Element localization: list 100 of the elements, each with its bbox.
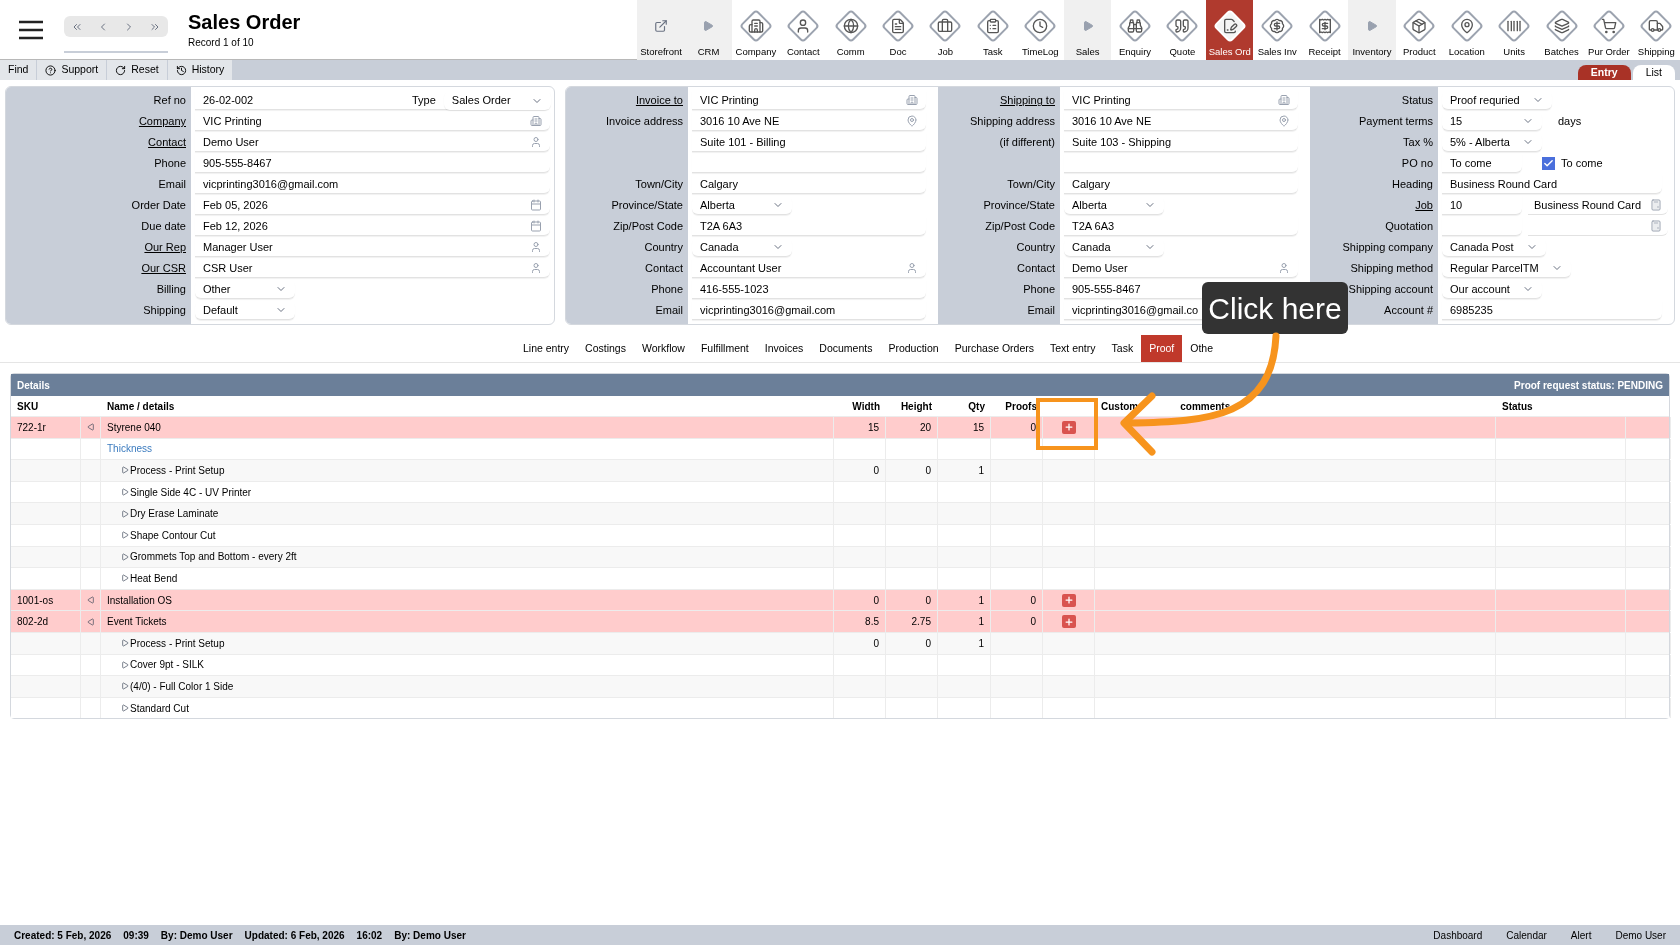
calendar-icon[interactable] (530, 220, 542, 232)
input-field[interactable]: Calgary (692, 175, 926, 194)
expand-icon[interactable] (121, 531, 129, 540)
dropdown[interactable]: Sales Order (443, 91, 551, 110)
view-tab[interactable]: List (1632, 65, 1675, 80)
person-icon[interactable] (1278, 262, 1290, 274)
field-label-link[interactable]: Our CSR (141, 260, 186, 277)
input-field[interactable]: Calgary (1064, 175, 1298, 194)
input-field[interactable]: T2A 6A3 (1064, 217, 1298, 236)
building-icon[interactable] (530, 115, 542, 127)
tab[interactable]: Line entry (514, 335, 578, 362)
input-field[interactable]: Business Round Card (1528, 196, 1668, 215)
dropdown[interactable]: Our account (1442, 280, 1542, 299)
input-field[interactable]: Suite 103 - Shipping (1064, 133, 1298, 152)
input-field[interactable]: Manager User (195, 238, 550, 257)
dropdown[interactable]: Canada Post (1442, 238, 1546, 257)
expand-icon[interactable] (121, 682, 129, 691)
expand-icon[interactable] (121, 552, 129, 561)
dropdown[interactable]: 5% - Alberta (1442, 133, 1542, 152)
input-field[interactable]: Feb 12, 2026 (195, 217, 550, 236)
dropdown[interactable]: Canada (1064, 238, 1164, 257)
tab[interactable]: Text entry (1042, 335, 1104, 362)
menu-button[interactable]: Reset (107, 60, 167, 80)
tab[interactable]: Workflow (633, 335, 693, 362)
input-field[interactable]: Demo User (1064, 259, 1298, 278)
building-icon[interactable] (1278, 94, 1290, 106)
dropdown[interactable]: Alberta (1064, 196, 1164, 215)
person-icon[interactable] (530, 262, 542, 274)
menu-button[interactable]: History (167, 60, 233, 80)
tab[interactable]: Production (880, 335, 947, 362)
input-field[interactable]: Demo User (195, 133, 550, 152)
field-label-link[interactable]: Shipping to (999, 92, 1055, 109)
input-field[interactable]: 10 (1442, 196, 1522, 215)
collapse-icon[interactable] (86, 423, 95, 432)
building-icon[interactable] (906, 94, 918, 106)
dropdown[interactable]: Other (195, 280, 295, 299)
input-field[interactable]: vicprinting3016@gmail.com (692, 301, 926, 320)
tab[interactable]: Othe (1182, 335, 1221, 362)
add-proof-button[interactable] (1061, 420, 1076, 434)
map-pin-icon[interactable] (1278, 115, 1290, 127)
expand-icon[interactable] (121, 488, 129, 497)
menu-icon[interactable] (18, 19, 44, 40)
menu-button[interactable]: Find (0, 60, 37, 80)
collapse-icon[interactable] (86, 617, 95, 626)
input-field[interactable]: Feb 05, 2026 (195, 196, 550, 215)
tab[interactable]: Proof (1141, 335, 1183, 362)
add-proof-button[interactable] (1061, 615, 1076, 629)
input-field[interactable]: Accountant User (692, 259, 926, 278)
dropdown[interactable]: Alberta (692, 196, 792, 215)
collapse-icon[interactable] (86, 596, 95, 605)
toolbar-tile[interactable]: Sales Ord (1206, 0, 1254, 60)
add-proof-button[interactable] (1061, 593, 1076, 607)
footer-link[interactable]: Alert (1570, 927, 1592, 943)
dropdown[interactable]: Regular ParcelTM (1442, 259, 1571, 278)
input-field[interactable]: 3016 10 Ave NE (1064, 112, 1298, 131)
input-field[interactable]: Suite 101 - Billing (692, 133, 926, 152)
expand-icon[interactable] (121, 639, 129, 648)
tab[interactable]: Purchase Orders (946, 335, 1042, 362)
input-field[interactable]: To come (1442, 154, 1522, 173)
footer-link[interactable]: Calendar (1506, 927, 1547, 943)
person-icon[interactable] (530, 241, 542, 253)
toolbar-tile[interactable]: Sales (1063, 0, 1112, 60)
checkbox[interactable] (1542, 157, 1555, 170)
map-pin-icon[interactable] (906, 115, 918, 127)
input-field[interactable]: T2A 6A3 (692, 217, 926, 236)
dropdown[interactable]: 15 (1442, 112, 1542, 131)
expand-icon[interactable] (121, 704, 129, 712)
tab[interactable]: Costings (577, 335, 634, 362)
person-icon[interactable] (906, 262, 918, 274)
dropdown[interactable]: Canada (692, 238, 792, 257)
field-label-link[interactable]: Invoice to (635, 92, 683, 109)
tab[interactable]: Fulfillment (692, 335, 757, 362)
view-tab[interactable]: Entry (1577, 65, 1631, 80)
expand-icon[interactable] (121, 574, 129, 583)
calculator-icon[interactable] (1650, 199, 1662, 211)
expand-icon[interactable] (121, 660, 129, 669)
expand-icon[interactable] (121, 509, 129, 518)
person-icon[interactable] (530, 136, 542, 148)
dropdown[interactable]: Proof requried (1442, 91, 1552, 110)
input-field[interactable]: Business Round Card (1442, 175, 1662, 194)
input-field[interactable]: VIC Printing (1064, 91, 1298, 110)
field-label-link[interactable]: Our Rep (144, 239, 186, 256)
toolbar-tile[interactable]: Storefront (637, 0, 685, 60)
calendar-icon[interactable] (530, 199, 542, 211)
footer-link[interactable]: Demo User (1615, 927, 1666, 943)
expand-icon[interactable] (121, 466, 129, 475)
field-label-link[interactable]: Job (1415, 197, 1433, 214)
toolbar-tile[interactable]: Inventory (1348, 0, 1396, 60)
input-field[interactable]: 905-555-8467 (195, 154, 550, 173)
input-field[interactable]: VIC Printing (195, 112, 550, 131)
input-field[interactable]: 6985235 (1442, 301, 1662, 320)
tab[interactable]: Invoices (756, 335, 812, 362)
field-label-link[interactable]: Contact (148, 134, 186, 151)
dropdown[interactable]: Default (195, 301, 295, 320)
calculator-icon[interactable] (1650, 220, 1662, 232)
tab[interactable]: Documents (811, 335, 881, 362)
toolbar-tile[interactable]: CRM (684, 0, 733, 60)
input-field[interactable]: CSR User (195, 259, 550, 278)
input-field[interactable]: vicprinting3016@gmail.com (195, 175, 550, 194)
tab[interactable]: Task (1103, 335, 1142, 362)
